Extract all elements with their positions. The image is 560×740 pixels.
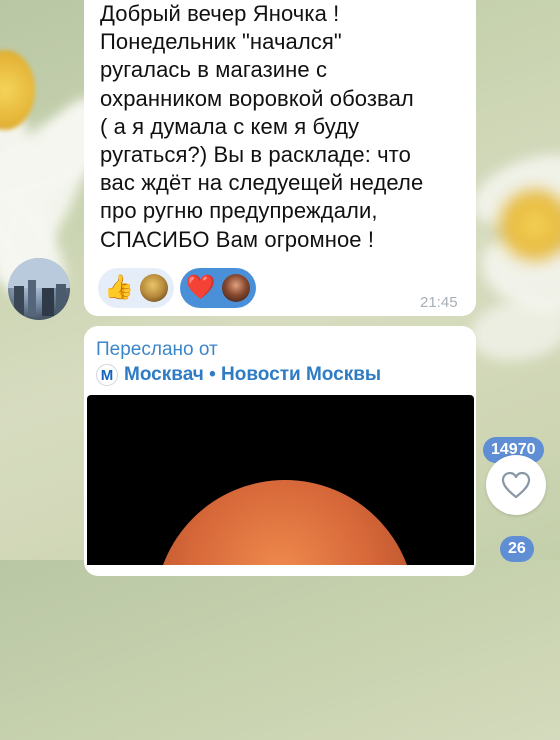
reactions-row: 👍 ❤️ <box>98 268 256 308</box>
reactor-avatar <box>139 274 168 302</box>
sender-avatar[interactable] <box>8 258 70 320</box>
forwarded-channel-link[interactable]: М Москвач • Новости Москвы <box>96 364 381 386</box>
thumbs-up-icon: 👍 <box>104 274 134 301</box>
avatar-image <box>8 258 70 316</box>
message-text: Добрый вечер Яночка ! Понедельник "начал… <box>100 1 424 252</box>
channel-name: Москвач • Новости Москвы <box>124 364 382 385</box>
moon-image <box>155 480 415 740</box>
heart-icon: ❤️ <box>185 274 216 301</box>
channel-logo-icon: М <box>96 364 118 386</box>
forwarded-label: Переслано от <box>96 339 218 360</box>
message-time: 21:45 <box>420 294 458 311</box>
reactor-avatar <box>221 274 250 302</box>
reaction-thumbs-up[interactable]: 👍 <box>98 268 174 308</box>
reaction-heart[interactable]: ❤️ <box>179 268 256 308</box>
heart-outline-icon <box>501 471 531 499</box>
comments-count-badge: 26 <box>500 536 534 562</box>
like-button[interactable] <box>486 455 546 515</box>
